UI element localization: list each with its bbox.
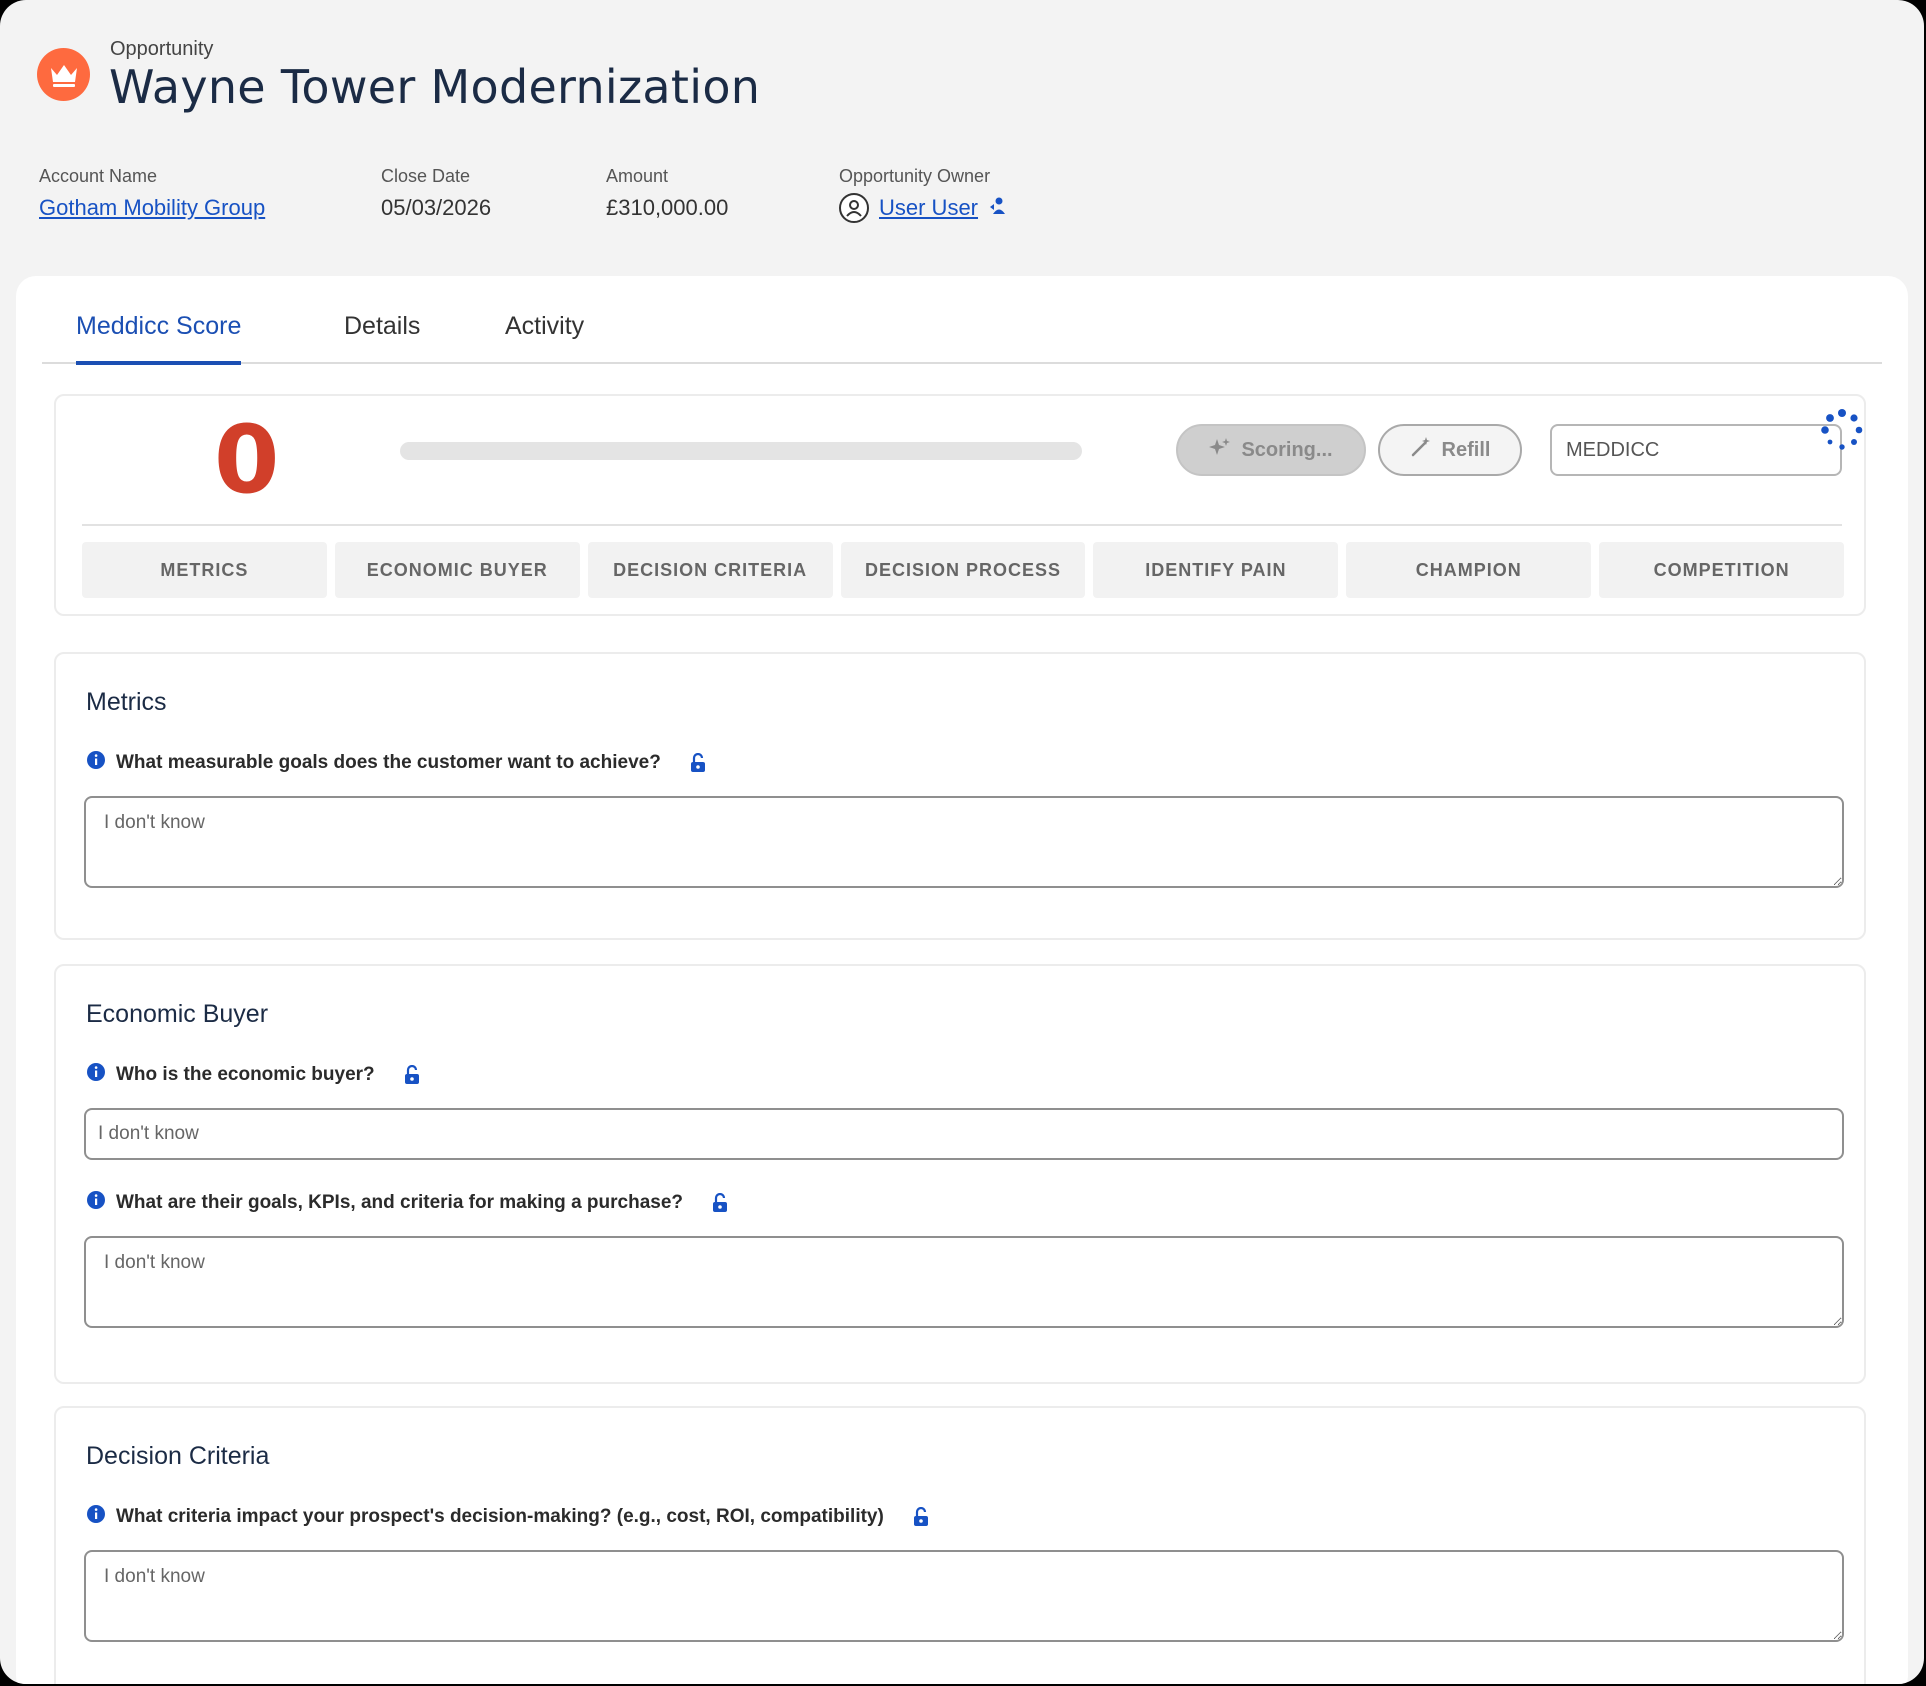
unlock-icon[interactable] xyxy=(912,1506,930,1527)
question-text: What measurable goals does the customer … xyxy=(116,751,661,773)
refill-button[interactable]: Refill xyxy=(1378,424,1522,476)
category-tab-champion[interactable]: CHAMPION xyxy=(1346,542,1592,598)
category-tab-decision-criteria[interactable]: DECISION CRITERIA xyxy=(587,542,833,598)
category-tab-competition[interactable]: COMPETITION xyxy=(1599,542,1845,598)
account-name-link[interactable]: Gotham Mobility Group xyxy=(39,195,265,221)
section-title: Metrics xyxy=(86,688,167,716)
scoring-button[interactable]: Scoring... xyxy=(1176,424,1366,476)
info-icon[interactable] xyxy=(86,1062,106,1087)
category-tab-decision-process[interactable]: DECISION PROCESS xyxy=(840,542,1086,598)
unlock-icon[interactable] xyxy=(689,752,707,773)
tab-meddicc-score[interactable]: Meddicc Score xyxy=(76,312,242,365)
change-owner-icon[interactable] xyxy=(988,195,1008,222)
section-title: Decision Criteria xyxy=(86,1442,270,1470)
unlock-icon[interactable] xyxy=(711,1192,729,1213)
crown-icon xyxy=(37,48,90,101)
economic-buyer-answer[interactable] xyxy=(84,1108,1844,1160)
section-title: Economic Buyer xyxy=(86,1000,269,1028)
decision-criteria-answer[interactable] xyxy=(84,1550,1844,1642)
magic-wand-icon xyxy=(1410,436,1432,464)
amount-label: Amount xyxy=(606,166,669,186)
category-tab-economic-buyer[interactable]: ECONOMIC BUYER xyxy=(334,542,580,598)
question-row: What measurable goals does the customer … xyxy=(86,750,707,775)
account-name-label: Account Name xyxy=(39,166,158,186)
loading-spinner-icon xyxy=(1820,408,1864,452)
score-progress-bar xyxy=(400,442,1082,460)
score-panel: 0 Scoring... Refill MEDDICC METRICS ECON… xyxy=(54,394,1866,616)
main-card: Meddicc Score Details Activity 0 Scoring… xyxy=(16,276,1908,1684)
owner-row: User User xyxy=(839,193,1008,223)
scoring-label: Scoring... xyxy=(1241,438,1333,461)
category-tab-metrics[interactable]: METRICS xyxy=(82,542,327,598)
tab-details[interactable]: Details xyxy=(344,312,420,361)
economic-buyer-goals-answer[interactable] xyxy=(84,1236,1844,1328)
close-date-value: 05/03/2026 xyxy=(381,195,492,220)
page-title: Wayne Tower Modernization xyxy=(109,60,761,114)
score-divider xyxy=(82,524,1842,526)
economic-buyer-section: Economic Buyer Who is the economic buyer… xyxy=(54,964,1866,1384)
question-text: What are their goals, KPIs, and criteria… xyxy=(116,1191,683,1213)
account-name-field: Account Name Gotham Mobility Group xyxy=(39,166,265,221)
tab-activity[interactable]: Activity xyxy=(505,312,584,361)
owner-label: Opportunity Owner xyxy=(839,166,991,186)
question-row: What are their goals, KPIs, and criteria… xyxy=(86,1190,729,1215)
decision-criteria-section: Decision Criteria What criteria impact y… xyxy=(54,1406,1866,1684)
info-icon[interactable] xyxy=(86,1504,106,1529)
question-row: What criteria impact your prospect's dec… xyxy=(86,1504,930,1529)
question-row: Who is the economic buyer? xyxy=(86,1062,421,1087)
app-window: Opportunity Wayne Tower Modernization Ac… xyxy=(0,0,1924,1684)
sparkle-icon xyxy=(1209,436,1231,464)
owner-field: Opportunity Owner User User xyxy=(839,166,1008,223)
amount-value: £310,000.00 xyxy=(606,195,729,220)
close-date-label: Close Date xyxy=(381,166,471,186)
close-date-field: Close Date 05/03/2026 xyxy=(381,166,491,221)
framework-select-value: MEDDICC xyxy=(1566,438,1660,461)
refill-label: Refill xyxy=(1441,438,1491,461)
metrics-goals-answer[interactable] xyxy=(84,796,1844,888)
owner-link[interactable]: User User xyxy=(879,195,978,221)
score-value: 0 xyxy=(214,406,280,515)
info-icon[interactable] xyxy=(86,750,106,775)
question-text: Who is the economic buyer? xyxy=(116,1063,375,1085)
tab-bar: Meddicc Score Details Activity xyxy=(42,276,1882,365)
amount-field: Amount £310,000.00 xyxy=(606,166,728,221)
unlock-icon[interactable] xyxy=(403,1064,421,1085)
category-tab-identify-pain[interactable]: IDENTIFY PAIN xyxy=(1093,542,1339,598)
framework-select[interactable]: MEDDICC xyxy=(1550,424,1842,476)
question-text: What criteria impact your prospect's dec… xyxy=(116,1505,884,1527)
object-type-label: Opportunity xyxy=(110,38,214,60)
category-tabs: METRICS ECONOMIC BUYER DECISION CRITERIA… xyxy=(82,542,1845,598)
info-icon[interactable] xyxy=(86,1190,106,1215)
avatar-icon xyxy=(839,193,869,223)
metrics-section: Metrics What measurable goals does the c… xyxy=(54,652,1866,940)
